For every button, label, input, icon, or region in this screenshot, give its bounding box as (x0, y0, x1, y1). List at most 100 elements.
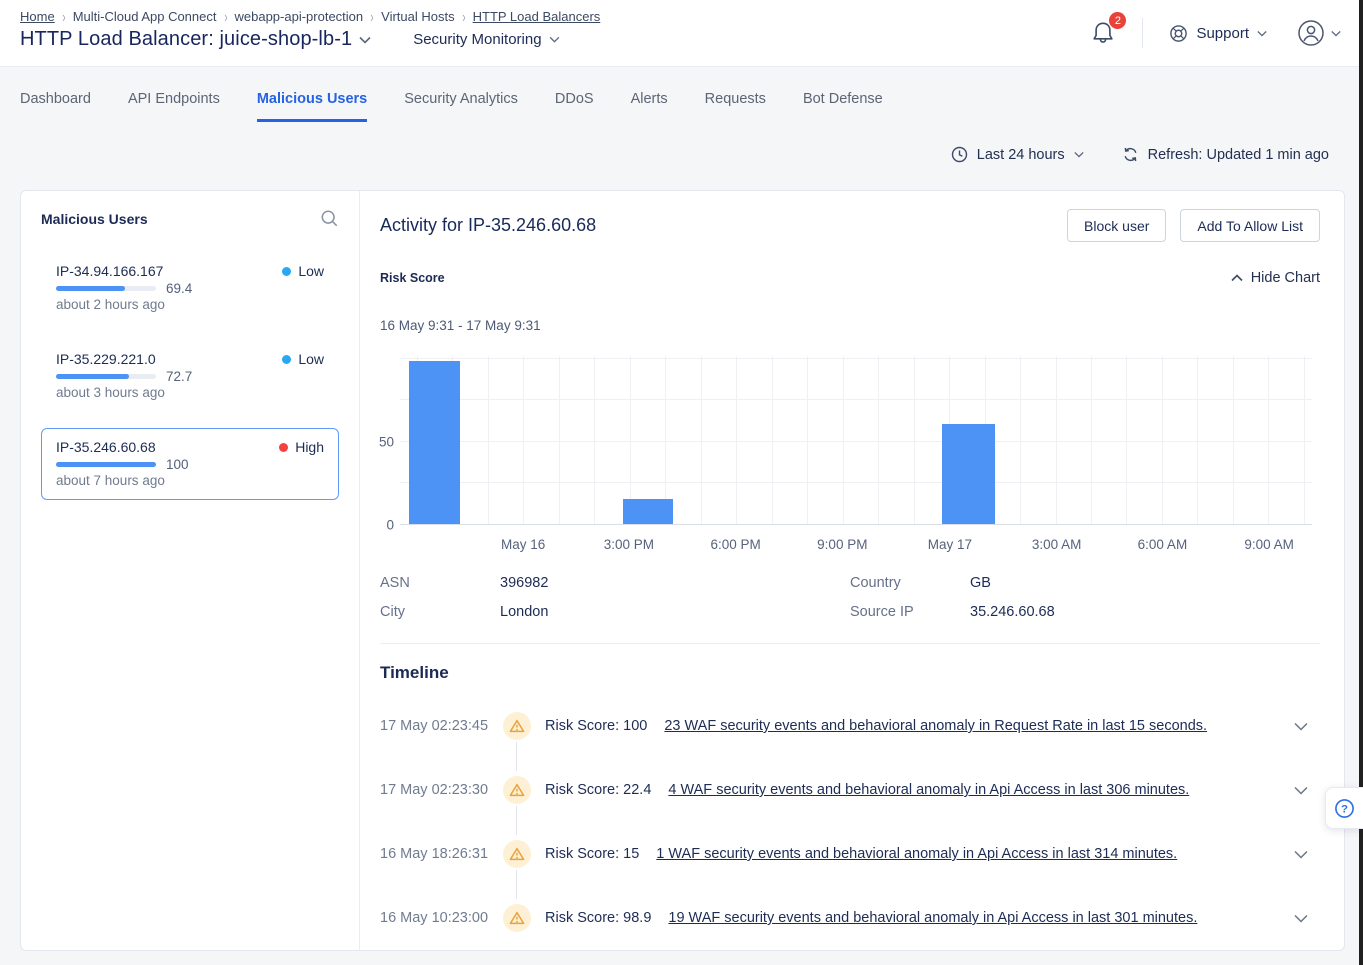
risk-score-chart: 050May 163:00 PM6:00 PM9:00 PMMay 173:00… (380, 356, 1320, 552)
severity-indicator: Low (282, 263, 324, 279)
tab-security-analytics[interactable]: Security Analytics (404, 91, 518, 122)
title-chevron-down-icon[interactable] (359, 36, 371, 44)
timeline-connector (516, 742, 517, 771)
detail-label: Source IP (850, 604, 970, 620)
event-detail-link[interactable]: 19 WAF security events and behavioral an… (668, 910, 1197, 926)
detail-value: 35.246.60.68 (970, 604, 1055, 620)
support-menu[interactable]: Support (1169, 24, 1267, 43)
time-range-dropdown[interactable]: Last 24 hours (951, 146, 1084, 163)
detail-label: ASN (380, 575, 500, 591)
tab-dashboard[interactable]: Dashboard (20, 91, 91, 122)
hide-chart-toggle[interactable]: Hide Chart (1231, 270, 1320, 286)
time-range-label: Last 24 hours (977, 147, 1065, 163)
event-detail-link[interactable]: 4 WAF security events and behavioral ano… (668, 782, 1189, 798)
block-user-button[interactable]: Block user (1067, 209, 1166, 242)
risk-score-label: Risk Score (380, 271, 445, 285)
malicious-user-item[interactable]: IP-35.229.221.0Low72.7about 3 hours ago (41, 340, 339, 412)
timeline-event: 16 May 18:26:31Risk Score: 151 WAF secur… (380, 837, 1320, 871)
severity-indicator: Low (282, 351, 324, 367)
add-to-allow-list-button[interactable]: Add To Allow List (1180, 209, 1320, 242)
user-ip-label: IP-35.246.60.68 (56, 439, 156, 455)
breadcrumb-item[interactable]: webapp-api-protection (235, 9, 364, 24)
risk-progress-fill (56, 462, 156, 467)
search-icon[interactable] (320, 209, 339, 228)
severity-dot-icon (282, 267, 291, 276)
event-timestamp: 16 May 10:23:00 (380, 910, 503, 926)
malicious-user-item[interactable]: IP-34.94.166.167Low69.4about 2 hours ago (41, 252, 339, 324)
main-card: Malicious Users IP-34.94.166.167Low69.4a… (20, 190, 1345, 951)
event-detail-link[interactable]: 23 WAF security events and behavioral an… (664, 718, 1207, 734)
breadcrumb-item[interactable]: Home (20, 9, 55, 24)
detail-value: GB (970, 575, 991, 591)
tab-malicious-users[interactable]: Malicious Users (257, 91, 367, 122)
detail-row: Source IP35.246.60.68 (850, 603, 1055, 621)
ip-details: ASN396982CityLondon CountryGBSource IP35… (380, 574, 1320, 621)
tab-bot-defense[interactable]: Bot Defense (803, 91, 883, 122)
help-button[interactable]: ? (1325, 787, 1363, 829)
account-menu[interactable] (1297, 19, 1341, 47)
detail-row: CountryGB (850, 574, 1055, 592)
avatar-icon (1297, 19, 1325, 47)
top-header: Home›Multi-Cloud App Connect›webapp-api-… (0, 0, 1363, 67)
malicious-users-panel: Malicious Users IP-34.94.166.167Low69.4a… (21, 191, 360, 950)
tab-alerts[interactable]: Alerts (631, 91, 668, 122)
chart-bar[interactable] (942, 424, 995, 524)
section-divider (380, 643, 1320, 644)
warning-icon (503, 904, 531, 932)
svg-text:?: ? (1341, 803, 1348, 815)
timeline-connector (516, 806, 517, 835)
support-label: Support (1196, 25, 1249, 42)
notification-badge: 2 (1109, 12, 1126, 29)
timeline-list: 17 May 02:23:45Risk Score: 10023 WAF sec… (380, 709, 1320, 935)
warning-icon (503, 776, 531, 804)
account-chevron-down-icon (1331, 30, 1341, 37)
activity-panel: Activity for IP-35.246.60.68 Block user … (360, 191, 1344, 950)
header-divider (1142, 18, 1143, 48)
breadcrumb-item[interactable]: Multi-Cloud App Connect (73, 9, 217, 24)
chart-bar[interactable] (409, 361, 460, 524)
chart-bar[interactable] (623, 499, 673, 524)
tab-api-endpoints[interactable]: API Endpoints (128, 91, 220, 122)
event-detail-link[interactable]: 1 WAF security events and behavioral ano… (656, 846, 1177, 862)
x-axis-tick-label: 3:00 AM (1032, 537, 1082, 552)
last-seen-label: about 7 hours ago (56, 473, 324, 489)
timeline-event: 17 May 02:23:30Risk Score: 22.44 WAF sec… (380, 773, 1320, 807)
tab-requests[interactable]: Requests (705, 91, 766, 122)
last-seen-label: about 3 hours ago (56, 385, 324, 401)
event-risk-score: Risk Score: 15 (545, 846, 639, 862)
time-range-chevron-down-icon (1074, 151, 1084, 158)
event-expand-chevron-icon[interactable] (1294, 914, 1308, 923)
y-axis-tick-label: 50 (374, 435, 394, 450)
breadcrumb: Home›Multi-Cloud App Connect›webapp-api-… (20, 9, 600, 24)
notifications-button[interactable]: 2 (1090, 19, 1118, 47)
event-expand-chevron-icon[interactable] (1294, 850, 1308, 859)
warning-icon (503, 840, 531, 868)
event-expand-chevron-icon[interactable] (1294, 722, 1308, 731)
event-risk-score: Risk Score: 22.4 (545, 782, 651, 798)
x-axis-tick-label: 9:00 PM (817, 537, 867, 552)
severity-dot-icon (279, 443, 288, 452)
malicious-user-item[interactable]: IP-35.246.60.68High100about 7 hours ago (41, 428, 339, 500)
detail-label: Country (850, 575, 970, 591)
risk-score-value: 100 (166, 457, 189, 472)
tab-ddos[interactable]: DDoS (555, 91, 594, 122)
security-monitoring-dropdown[interactable]: Security Monitoring (413, 31, 559, 48)
security-monitoring-label: Security Monitoring (413, 31, 541, 48)
user-ip-label: IP-34.94.166.167 (56, 263, 163, 279)
timeline-event: 16 May 10:23:00Risk Score: 98.919 WAF se… (380, 901, 1320, 935)
monitor-chevron-down-icon (549, 36, 560, 43)
severity-dot-icon (282, 355, 291, 364)
breadcrumb-item[interactable]: HTTP Load Balancers (473, 9, 601, 24)
risk-progress-bar (56, 462, 156, 467)
chart-horizontal-gridline (400, 399, 1312, 400)
detail-row: ASN396982 (380, 574, 850, 592)
refresh-button[interactable]: Refresh: Updated 1 min ago (1122, 146, 1329, 163)
breadcrumb-item[interactable]: Virtual Hosts (381, 9, 454, 24)
timeline-event: 17 May 02:23:45Risk Score: 10023 WAF sec… (380, 709, 1320, 743)
chart-horizontal-gridline (400, 482, 1312, 483)
time-toolbar: Last 24 hours Refresh: Updated 1 min ago (0, 122, 1363, 163)
detail-row: CityLondon (380, 603, 850, 621)
warning-icon (503, 712, 531, 740)
event-expand-chevron-icon[interactable] (1294, 786, 1308, 795)
last-seen-label: about 2 hours ago (56, 297, 324, 313)
